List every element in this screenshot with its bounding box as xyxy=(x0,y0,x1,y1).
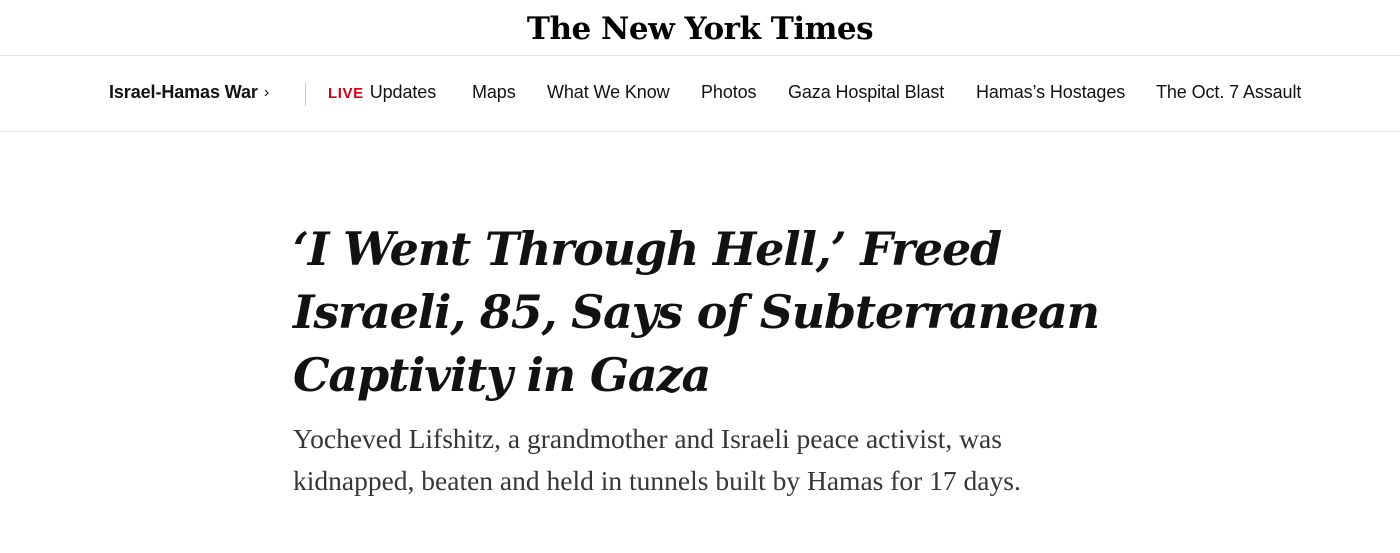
live-badge: LIVE xyxy=(328,85,364,102)
story-subnav: Israel-Hamas War › LIVE Updates Maps What… xyxy=(0,56,1400,132)
nav-item-hamas-hostages[interactable]: Hamas’s Hostages xyxy=(976,82,1125,103)
nav-item-live-updates[interactable]: LIVE Updates xyxy=(328,82,436,103)
nav-divider xyxy=(305,82,306,106)
nav-item-oct-7-assault[interactable]: The Oct. 7 Assault xyxy=(1156,82,1301,103)
nav-item-photos[interactable]: Photos xyxy=(701,82,757,103)
masthead: The New York Times xyxy=(0,0,1400,56)
nyt-logo[interactable]: The New York Times xyxy=(527,14,874,45)
nav-item-maps[interactable]: Maps xyxy=(472,82,516,103)
nav-item-what-we-know[interactable]: What We Know xyxy=(547,82,670,103)
nav-item-label: Updates xyxy=(369,82,437,102)
section-link-israel-hamas-war[interactable]: Israel-Hamas War › xyxy=(109,82,269,103)
nav-item-gaza-hospital-blast[interactable]: Gaza Hospital Blast xyxy=(788,82,944,103)
article-headline: ‘I Went Through Hell,’ Freed Israeli, 85… xyxy=(293,222,1100,402)
section-link-label: Israel-Hamas War xyxy=(109,82,258,102)
article-summary: Yocheved Lifshitz, a grandmother and Isr… xyxy=(293,423,1021,496)
chevron-right-icon: › xyxy=(263,83,270,101)
